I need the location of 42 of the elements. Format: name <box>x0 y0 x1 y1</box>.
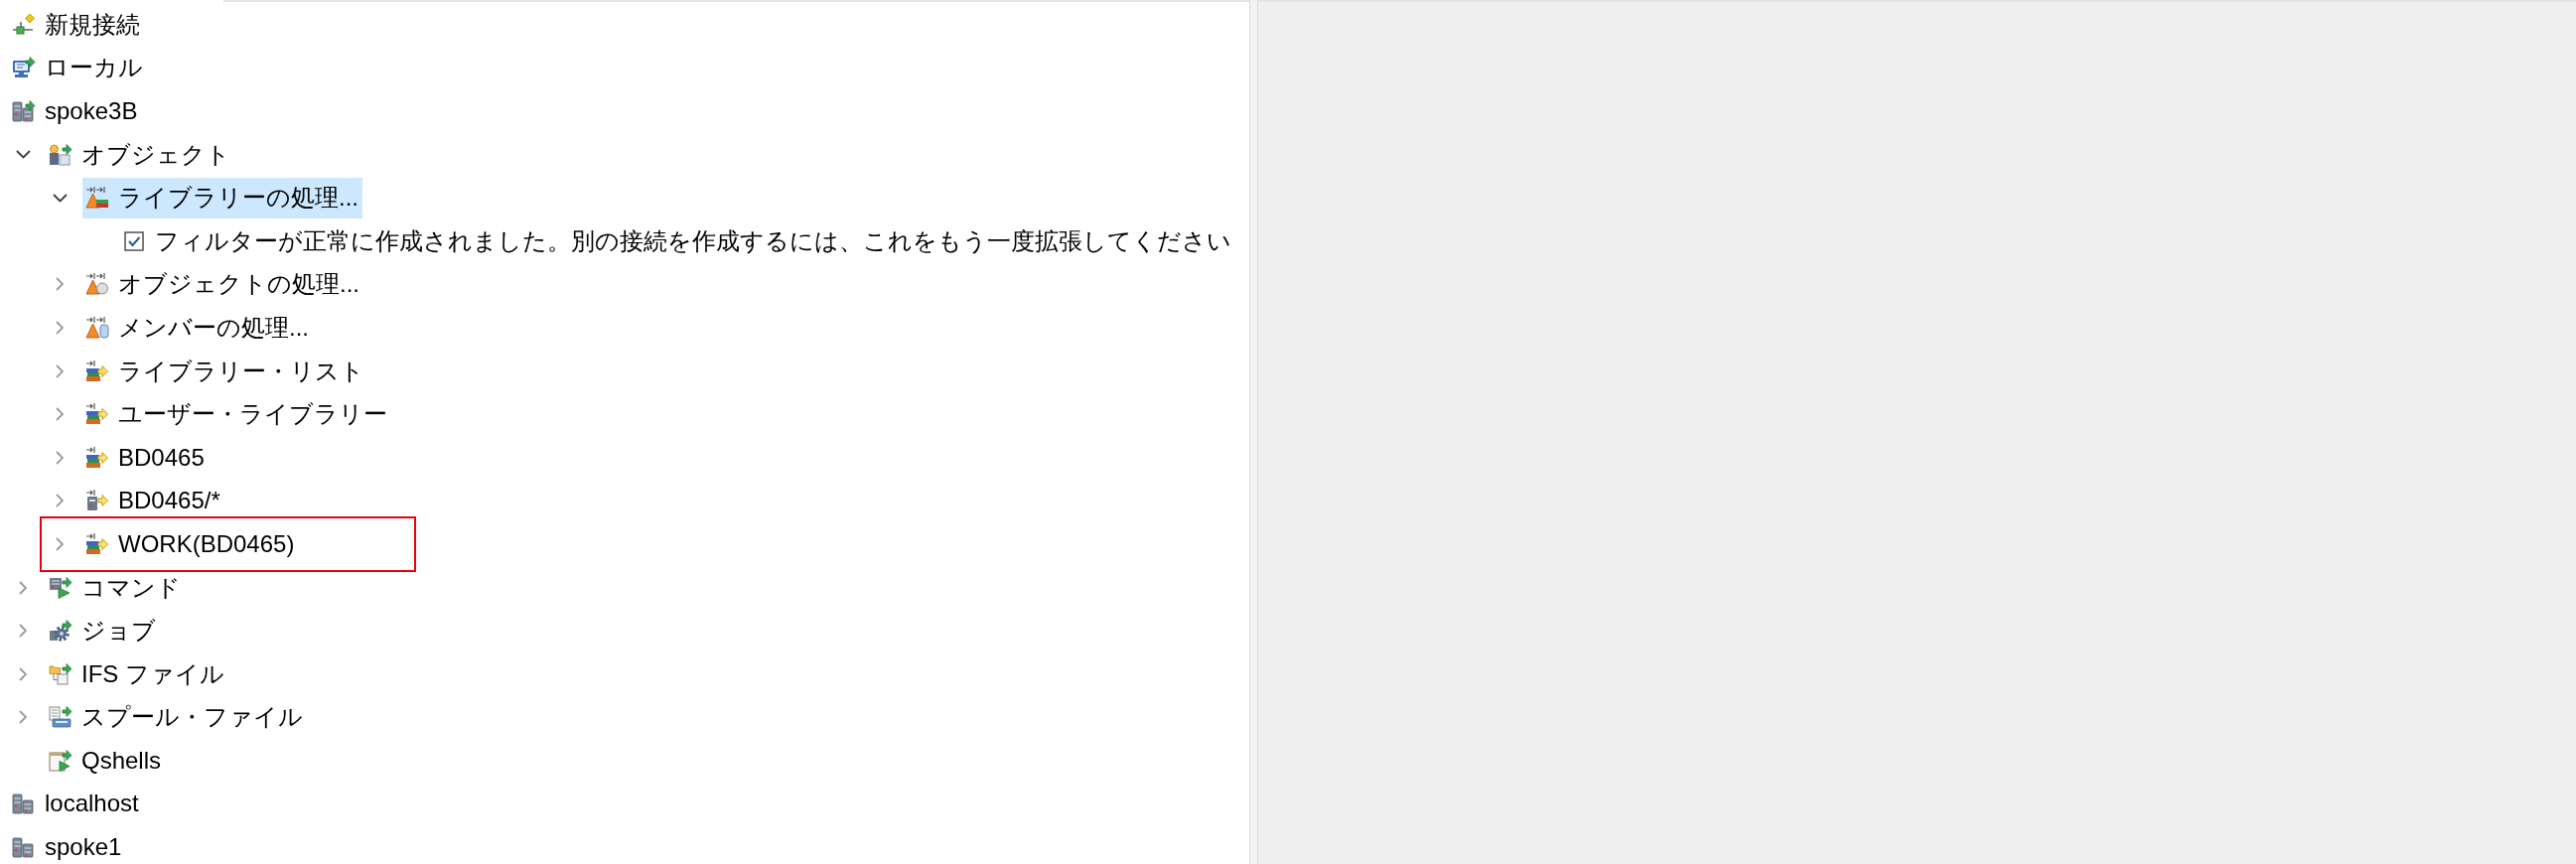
network-sparkle-icon <box>12 12 36 37</box>
tree-item[interactable]: localhost <box>9 784 143 824</box>
tree-item[interactable]: オブジェクト <box>46 134 234 176</box>
gear-icon <box>49 619 72 644</box>
tree-item[interactable]: Qshells <box>46 740 166 782</box>
triangle-arrows-icon <box>85 272 109 297</box>
tree-item[interactable]: ジョブ <box>46 610 160 651</box>
window-play-icon <box>49 748 72 773</box>
tree-item[interactable]: ライブラリーの処理... <box>82 177 362 218</box>
tree-item[interactable]: オブジェクトの処理... <box>82 263 363 305</box>
printer-icon <box>49 705 72 730</box>
tree-item[interactable]: ローカル <box>9 47 147 88</box>
monitor-icon <box>12 56 36 80</box>
tree-item[interactable]: spoke3B <box>9 90 142 132</box>
tree-item[interactable]: 新規接続 <box>9 4 144 46</box>
tree-item[interactable]: ライブラリー・リスト <box>82 351 368 392</box>
server-icon <box>12 792 36 816</box>
book-stack-arrow-icon <box>85 402 109 427</box>
tree-item[interactable]: BD0465 <box>82 437 209 479</box>
tree-item[interactable]: コマンド <box>46 567 185 608</box>
book-stack-arrow-icon <box>85 531 109 556</box>
tree-item[interactable]: spoke1 <box>9 826 126 864</box>
server-icon <box>12 99 36 123</box>
triangle-arrows-icon <box>85 315 109 340</box>
device-arrow-icon <box>85 489 109 513</box>
tree-item[interactable]: メンバーの処理... <box>82 307 313 349</box>
triangle-arrows-icon <box>85 186 109 211</box>
folder-tree-icon <box>49 661 72 686</box>
chevron-icon[interactable] <box>52 193 68 203</box>
tree-item[interactable]: フィルターが正常に作成されました。別の接続を作成するには、これをもう一度拡張してください <box>119 220 1235 262</box>
boxes-arrow-icon <box>49 142 72 167</box>
tree-item[interactable]: IFS ファイル <box>46 653 228 695</box>
chevron-icon[interactable] <box>15 150 31 160</box>
tree-item[interactable]: ユーザー・ライブラリー <box>82 393 391 435</box>
tree-item[interactable]: BD0465/* <box>82 480 224 521</box>
server-icon <box>12 835 36 860</box>
tree-item[interactable]: スプール・ファイル <box>46 696 307 738</box>
server-play-icon <box>49 575 72 600</box>
checkbox-icon <box>122 228 146 253</box>
tree-item[interactable]: WORK(BD0465) <box>82 523 299 565</box>
book-stack-arrow-icon <box>85 359 109 383</box>
book-stack-arrow-icon <box>85 445 109 470</box>
